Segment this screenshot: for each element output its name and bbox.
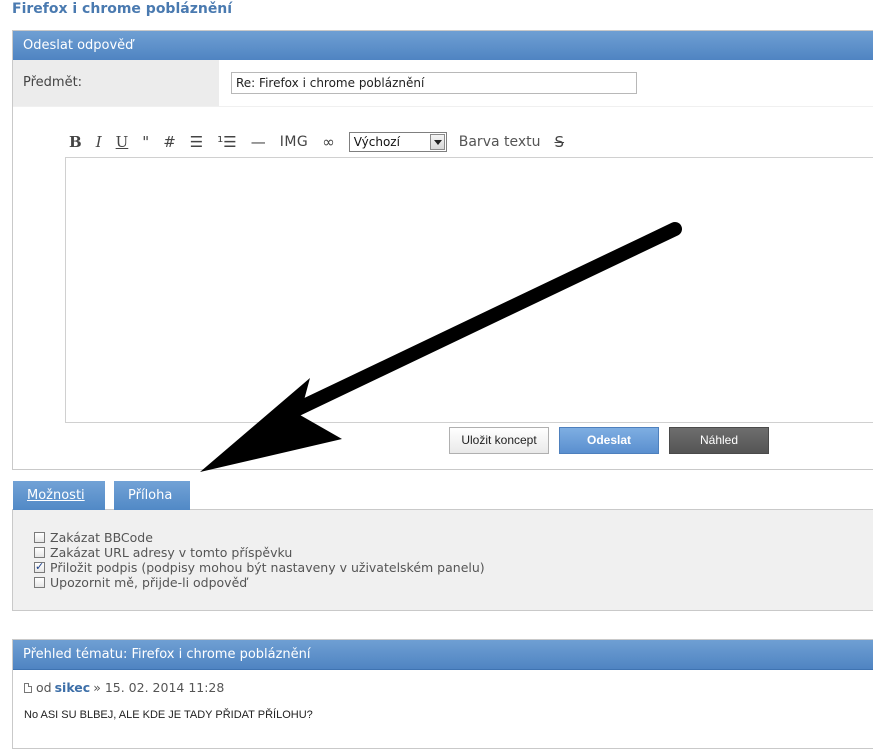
chevron-down-icon[interactable] <box>429 134 445 150</box>
option-attach-signature[interactable]: Přiložit podpis (podpisy mohou být nasta… <box>34 560 485 575</box>
subject-cell: Re: Firefox i chrome pobláznění <box>219 60 873 106</box>
post-date: 15. 02. 2014 11:28 <box>104 680 225 695</box>
text-color-button[interactable]: Barva textu <box>459 134 541 150</box>
checkbox[interactable] <box>34 547 45 558</box>
bold-button[interactable]: B <box>69 131 82 153</box>
quote-button[interactable]: " <box>142 131 149 153</box>
option-disable-urls[interactable]: Zakázat URL adresy v tomto příspěvku <box>34 545 485 560</box>
post-separator: » <box>93 680 101 695</box>
code-button[interactable]: # <box>163 131 176 153</box>
numbered-list-button[interactable]: ¹☰ <box>217 131 236 153</box>
post-author-link[interactable]: sikec <box>55 680 91 695</box>
font-size-select[interactable]: Výchozí <box>348 132 447 152</box>
link-icon[interactable]: ∞ <box>322 131 335 153</box>
post-text: No ASI SU BLBEJ, ALE KDE JE TADY PŘIDAT … <box>24 709 313 721</box>
italic-button[interactable]: I <box>96 131 102 153</box>
reply-panel: Odeslat odpověď Předmět: Re: Firefox i c… <box>12 30 873 470</box>
message-textarea[interactable] <box>65 157 873 423</box>
list-button[interactable]: ☰ <box>190 131 203 153</box>
page-title[interactable]: Firefox i chrome pobláznění <box>12 1 232 17</box>
topic-review-panel: Přehled tématu: Firefox i chrome poblázn… <box>12 639 873 749</box>
option-label: Zakázat BBCode <box>50 530 153 545</box>
horizontal-rule-button[interactable]: — <box>251 131 266 153</box>
options-list: Zakázat BBCode Zakázat URL adresy v tomt… <box>34 530 485 590</box>
checkbox[interactable] <box>34 532 45 543</box>
submit-button[interactable]: Odeslat <box>559 427 659 454</box>
save-draft-button[interactable]: Uložit koncept <box>449 427 549 454</box>
strikethrough-button[interactable]: S <box>555 131 565 153</box>
preview-button[interactable]: Náhled <box>669 427 769 454</box>
checkbox[interactable] <box>34 577 45 588</box>
post-meta: od sikec » 15. 02. 2014 11:28 <box>24 680 224 695</box>
tab-attachment[interactable]: Příloha <box>114 481 190 510</box>
post-icon[interactable] <box>24 682 32 693</box>
option-label: Zakázat URL adresy v tomto příspěvku <box>50 545 293 560</box>
checkbox-checked[interactable] <box>34 560 45 573</box>
subject-row: Předmět: Re: Firefox i chrome pobláznění <box>13 60 873 107</box>
formatting-toolbar: B I U " # ☰ ¹☰ — IMG ∞ Výchozí Barva tex… <box>69 131 578 153</box>
option-disable-bbcode[interactable]: Zakázat BBCode <box>34 530 485 545</box>
subject-input[interactable]: Re: Firefox i chrome pobláznění <box>231 72 637 94</box>
underline-button[interactable]: U <box>116 131 129 153</box>
tab-options[interactable]: Možnosti <box>13 481 105 510</box>
topic-review-header: Přehled tématu: Firefox i chrome poblázn… <box>13 640 873 670</box>
post-by-label: od <box>36 680 52 695</box>
image-button[interactable]: IMG <box>280 131 309 153</box>
font-size-selected: Výchozí <box>353 135 400 149</box>
option-label: Upozornit mě, přijde-li odpověď <box>50 575 248 590</box>
option-notify-reply[interactable]: Upozornit mě, přijde-li odpověď <box>34 575 485 590</box>
reply-panel-header: Odeslat odpověď <box>13 31 873 61</box>
options-panel: Zakázat BBCode Zakázat URL adresy v tomt… <box>12 510 873 611</box>
option-label: Přiložit podpis (podpisy mohou být nasta… <box>50 560 485 575</box>
subject-label: Předmět: <box>13 60 219 106</box>
editor-area: B I U " # ☰ ¹☰ — IMG ∞ Výchozí Barva tex… <box>13 107 873 469</box>
